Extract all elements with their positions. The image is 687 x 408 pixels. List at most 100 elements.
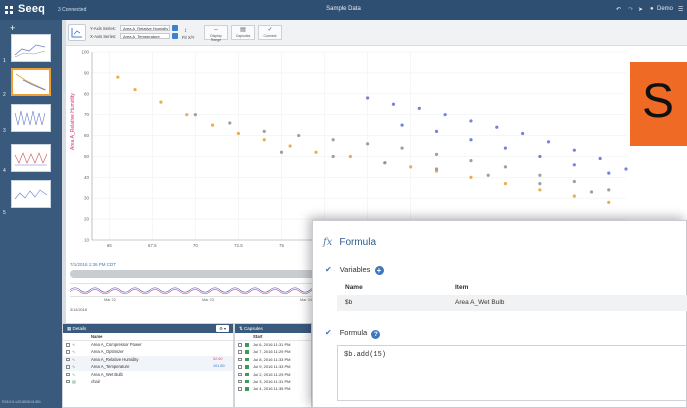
capsule-row[interactable]: Jul 4, 2016 11:35 PM <box>235 385 311 392</box>
formula-fx-icon: fx <box>323 237 333 248</box>
row-checkbox[interactable] <box>238 350 242 354</box>
details-options-button[interactable]: ⚙ ▾ <box>216 325 229 332</box>
y-axis-edit-button[interactable] <box>172 25 178 31</box>
user-icon[interactable]: ● <box>650 6 654 12</box>
variable-name[interactable]: $b <box>345 299 352 306</box>
y-axis-title: Area A_Relative Humidity <box>70 93 76 150</box>
redo-icon[interactable]: ↷ <box>628 6 633 13</box>
connect-button[interactable]: ✓ Connect <box>258 25 282 40</box>
fit-xy-label[interactable]: Fit X/Y <box>182 35 195 40</box>
item-value: 101.80 <box>213 364 225 369</box>
data-point <box>383 161 387 165</box>
display-range-button[interactable]: ⇔ Display Range <box>204 25 228 42</box>
worksheet-thumbnail[interactable] <box>11 34 51 62</box>
fit-icon[interactable]: ↕ <box>184 28 187 34</box>
capsule-icon <box>245 350 249 354</box>
data-point <box>400 146 404 150</box>
variables-section: ✔ Variables + <box>325 265 384 275</box>
view-selector-button[interactable] <box>68 24 86 41</box>
data-point <box>538 154 542 159</box>
y-tick-label: 80 <box>84 91 90 96</box>
variable-row[interactable]: $b Area A_Wet Bulb <box>337 295 687 311</box>
data-point <box>391 102 396 106</box>
worksheet-thumbnail[interactable] <box>11 104 51 132</box>
row-checkbox[interactable] <box>66 357 70 362</box>
item-name: chair <box>91 378 101 384</box>
row-checkbox[interactable] <box>238 379 242 384</box>
capsule-row[interactable]: Jul 7, 2016 11:29 PM <box>235 348 311 355</box>
details-column-header[interactable]: Name <box>63 333 233 341</box>
data-point <box>434 152 439 156</box>
capsules-column-header[interactable]: Start <box>235 333 311 341</box>
item-name: Area A_Wet Bulb <box>91 371 123 377</box>
worksheet-thumbnail-active[interactable] <box>11 68 51 96</box>
capsule-row[interactable]: Jul 2, 2016 11:29 PM <box>235 371 311 378</box>
capsule-icon <box>245 372 249 377</box>
add-worksheet-button[interactable]: + <box>10 23 15 33</box>
details-row[interactable]: ∿ Area A_Wet Bulb <box>63 371 233 378</box>
x-axis-label: X-Axis Series: <box>90 34 117 39</box>
formula-editor[interactable]: $b.add(15) <box>337 345 687 401</box>
data-point <box>624 167 628 171</box>
share-icon[interactable]: ➤ <box>638 6 643 13</box>
data-point <box>228 121 232 125</box>
data-point <box>210 123 215 127</box>
data-point <box>348 154 352 159</box>
details-row[interactable]: ∿ Area A_Temperature 101.80 <box>63 363 233 371</box>
undo-icon[interactable]: ↶ <box>616 6 621 13</box>
details-row[interactable]: ∿ Area A_Optimizer <box>63 348 233 355</box>
worksheet-thumbnail[interactable] <box>11 144 51 172</box>
row-checkbox[interactable] <box>66 379 70 384</box>
add-variable-icon[interactable]: + <box>374 266 384 275</box>
top-bar: Seeq 3 Connected Sample Data ↶ ↷ ➤ ● Dem… <box>0 0 687 20</box>
row-checkbox[interactable] <box>238 343 242 347</box>
row-checkbox[interactable] <box>66 365 70 369</box>
data-point <box>469 119 473 123</box>
x-axis-series-select[interactable]: Area A_Temperature <box>120 33 170 39</box>
capsules-button[interactable]: ▤ Capsules <box>231 25 255 40</box>
name-column-label[interactable]: Name <box>91 334 102 339</box>
details-row[interactable]: ∿ Area A_Relative Humidity 52.60 <box>63 355 233 364</box>
data-point <box>572 194 576 198</box>
menu-icon[interactable]: ☰ <box>678 6 683 13</box>
row-checkbox[interactable] <box>66 350 70 354</box>
connect-label: Connect <box>263 34 277 38</box>
capsules-panel: ⇅ Capsules Start Jul 6, 2016 11:31 PM Ju… <box>234 323 312 408</box>
formula-heading: fx Formula <box>323 237 376 248</box>
y-tick-label: 70 <box>84 112 90 117</box>
row-checkbox[interactable] <box>66 343 70 347</box>
start-column-label[interactable]: Start <box>253 334 263 339</box>
capsule-row[interactable]: Jul 9, 2016 11:33 PM <box>235 363 311 370</box>
data-point <box>598 156 602 161</box>
worksheet-number: 3 <box>3 128 6 134</box>
capsule-row[interactable]: Jul 8, 2016 11:33 PM <box>235 356 311 363</box>
help-icon[interactable]: ? <box>371 330 381 339</box>
x-axis-edit-button[interactable] <box>172 33 178 39</box>
capsule-row[interactable]: Jul 6, 2016 11:31 PM <box>235 341 311 348</box>
banner-text: S <box>642 75 675 128</box>
worksheet-panel: + 1 2 3 4 5 R18.0.0-v201803141450 <box>0 20 62 408</box>
display-range-icon: ⇔ <box>213 27 219 33</box>
details-row[interactable]: ▤ chair <box>63 378 233 385</box>
overview-tick: Mar 24 <box>300 298 312 302</box>
workbook-title: Sample Data <box>326 6 361 12</box>
row-checkbox[interactable] <box>238 372 242 377</box>
worksheet-thumbnail[interactable] <box>11 180 51 208</box>
data-point <box>409 165 413 169</box>
data-point <box>546 140 551 144</box>
row-checkbox[interactable] <box>238 365 242 369</box>
capsule-icon <box>245 365 249 369</box>
details-row[interactable]: ∿ Area A_Compressor Power <box>63 341 233 348</box>
row-checkbox[interactable] <box>66 372 70 377</box>
row-checkbox[interactable] <box>238 387 242 391</box>
capsule-start: Jul 9, 2016 11:33 PM <box>253 364 291 370</box>
data-point <box>159 100 163 104</box>
details-title: Details <box>72 326 87 331</box>
capsule-row[interactable]: Jul 3, 2016 11:31 PM <box>235 378 311 385</box>
user-name[interactable]: Demo <box>657 6 673 12</box>
y-axis-label: Y-Axis Series: <box>90 26 116 31</box>
x-tick-label: 65 <box>107 243 113 248</box>
variable-item[interactable]: Area A_Wet Bulb <box>455 299 504 306</box>
row-checkbox[interactable] <box>238 357 242 362</box>
y-axis-series-select[interactable]: Area A_Relative Humidity <box>120 25 170 31</box>
